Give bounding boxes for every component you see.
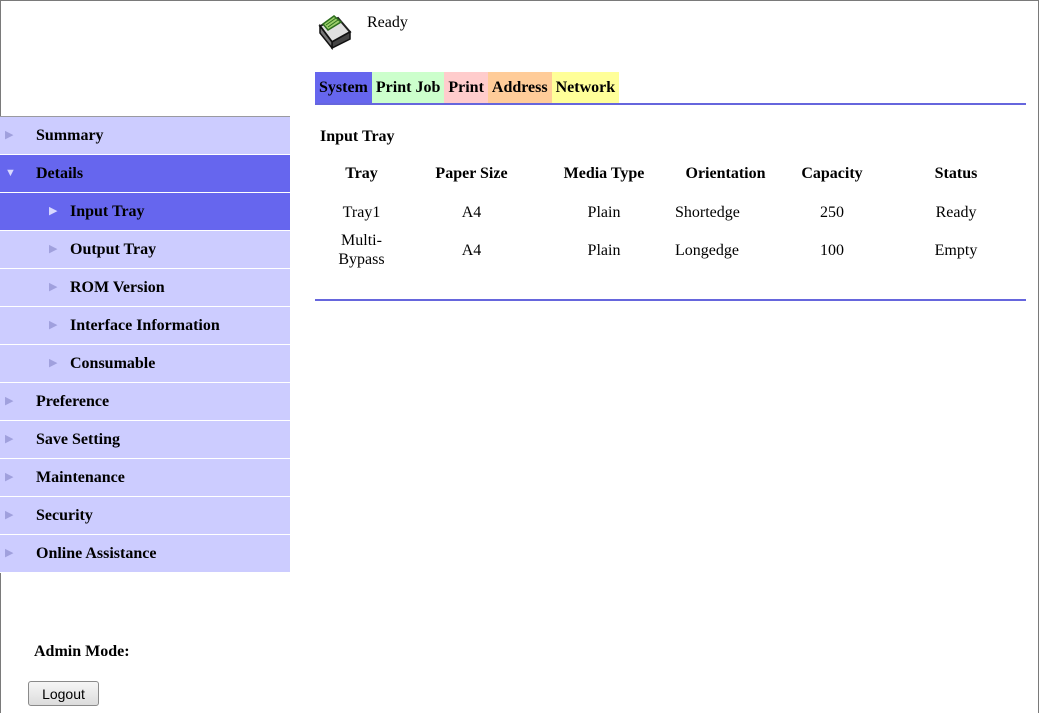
- triangle-down-icon: ▼: [5, 167, 16, 179]
- column-header-tray: Tray: [345, 165, 378, 182]
- triangle-right-icon: ▶: [49, 357, 58, 369]
- triangle-right-icon: ▶: [5, 433, 14, 445]
- triangle-right-icon: ▶: [49, 319, 58, 331]
- cell-capacity: 250: [820, 203, 844, 221]
- cell-status: Empty: [934, 241, 978, 259]
- tab-bar: System Print Job Print Address Network: [315, 72, 620, 103]
- sidebar-nav: ▶ Summary ▼ Details ▶ Input Tray ▶ Outpu…: [0, 117, 290, 573]
- sidebar-item-interface-information[interactable]: ▶ Interface Information: [0, 307, 290, 345]
- input-tray-table: Tray Paper Size Media Type Orientation C…: [315, 155, 1026, 269]
- table-row: Multi- Bypass A4 Plain Longedge 100 Empt…: [315, 231, 1026, 269]
- cell-tray: Tray1: [342, 203, 381, 221]
- sidebar-item-online-assistance[interactable]: ▶ Online Assistance: [0, 535, 290, 573]
- triangle-right-icon: ▶: [49, 281, 58, 293]
- frame-border-top: [0, 0, 1039, 1]
- triangle-right-icon: ▶: [5, 395, 14, 407]
- triangle-right-icon: ▶: [5, 129, 14, 141]
- cell-paper-size: A4: [461, 203, 482, 221]
- cell-paper-size: A4: [461, 241, 482, 259]
- tab-print[interactable]: Print: [444, 72, 488, 103]
- sidebar-item-consumable[interactable]: ▶ Consumable: [0, 345, 290, 383]
- column-header-paper-size: Paper Size: [435, 165, 508, 182]
- cell-tray: Multi- Bypass: [338, 232, 385, 268]
- printer-icon: [314, 12, 354, 51]
- tab-underline: [315, 103, 1026, 105]
- page-title: Input Tray: [320, 128, 395, 145]
- sidebar-item-label: Maintenance: [36, 469, 125, 486]
- logout-button[interactable]: Logout: [28, 681, 99, 706]
- sidebar-item-label: Input Tray: [70, 203, 145, 220]
- column-header-capacity: Capacity: [801, 165, 863, 182]
- triangle-right-icon: ▶: [49, 243, 58, 255]
- sidebar-item-label: Interface Information: [70, 317, 220, 334]
- printer-status-text: Ready: [367, 14, 408, 31]
- sidebar-item-label: Online Assistance: [36, 545, 157, 562]
- sidebar-item-label: Summary: [36, 127, 104, 144]
- sidebar-item-label: Details: [36, 165, 84, 182]
- triangle-right-icon: ▶: [5, 547, 14, 559]
- cell-orientation: Shortedge: [675, 203, 740, 221]
- tab-network[interactable]: Network: [551, 72, 620, 103]
- triangle-right-icon: ▶: [49, 205, 58, 217]
- sidebar-item-label: ROM Version: [70, 279, 165, 296]
- sidebar-item-details[interactable]: ▼ Details: [0, 155, 290, 193]
- cell-media-type: Plain: [587, 241, 621, 259]
- triangle-right-icon: ▶: [5, 471, 14, 483]
- tab-system[interactable]: System: [315, 72, 372, 103]
- column-header-orientation: Orientation: [685, 165, 766, 182]
- table-bottom-rule: [315, 299, 1026, 301]
- cell-capacity: 100: [820, 241, 844, 259]
- sidebar-item-preference[interactable]: ▶ Preference: [0, 383, 290, 421]
- column-header-media-type: Media Type: [563, 165, 645, 182]
- column-header-status: Status: [934, 165, 978, 182]
- table-header-row: Tray Paper Size Media Type Orientation C…: [315, 155, 1026, 193]
- cell-status: Ready: [935, 203, 977, 221]
- sidebar-item-save-setting[interactable]: ▶ Save Setting: [0, 421, 290, 459]
- sidebar-item-label: Output Tray: [70, 241, 157, 258]
- sidebar-item-input-tray[interactable]: ▶ Input Tray: [0, 193, 290, 231]
- cell-media-type: Plain: [587, 203, 621, 221]
- cell-orientation: Longedge: [675, 241, 739, 259]
- triangle-right-icon: ▶: [5, 509, 14, 521]
- tab-address[interactable]: Address: [487, 72, 552, 103]
- sidebar-item-security[interactable]: ▶ Security: [0, 497, 290, 535]
- sidebar-item-maintenance[interactable]: ▶ Maintenance: [0, 459, 290, 497]
- sidebar-item-label: Preference: [36, 393, 110, 410]
- tab-print-job[interactable]: Print Job: [371, 72, 445, 103]
- sidebar-item-output-tray[interactable]: ▶ Output Tray: [0, 231, 290, 269]
- sidebar-item-label: Security: [36, 507, 93, 524]
- sidebar-item-rom-version[interactable]: ▶ ROM Version: [0, 269, 290, 307]
- admin-mode-label: Admin Mode:: [34, 643, 130, 660]
- sidebar-item-label: Save Setting: [36, 431, 120, 448]
- table-row: Tray1 A4 Plain Shortedge 250 Ready: [315, 193, 1026, 231]
- sidebar-item-label: Consumable: [70, 355, 156, 372]
- sidebar-item-summary[interactable]: ▶ Summary: [0, 117, 290, 155]
